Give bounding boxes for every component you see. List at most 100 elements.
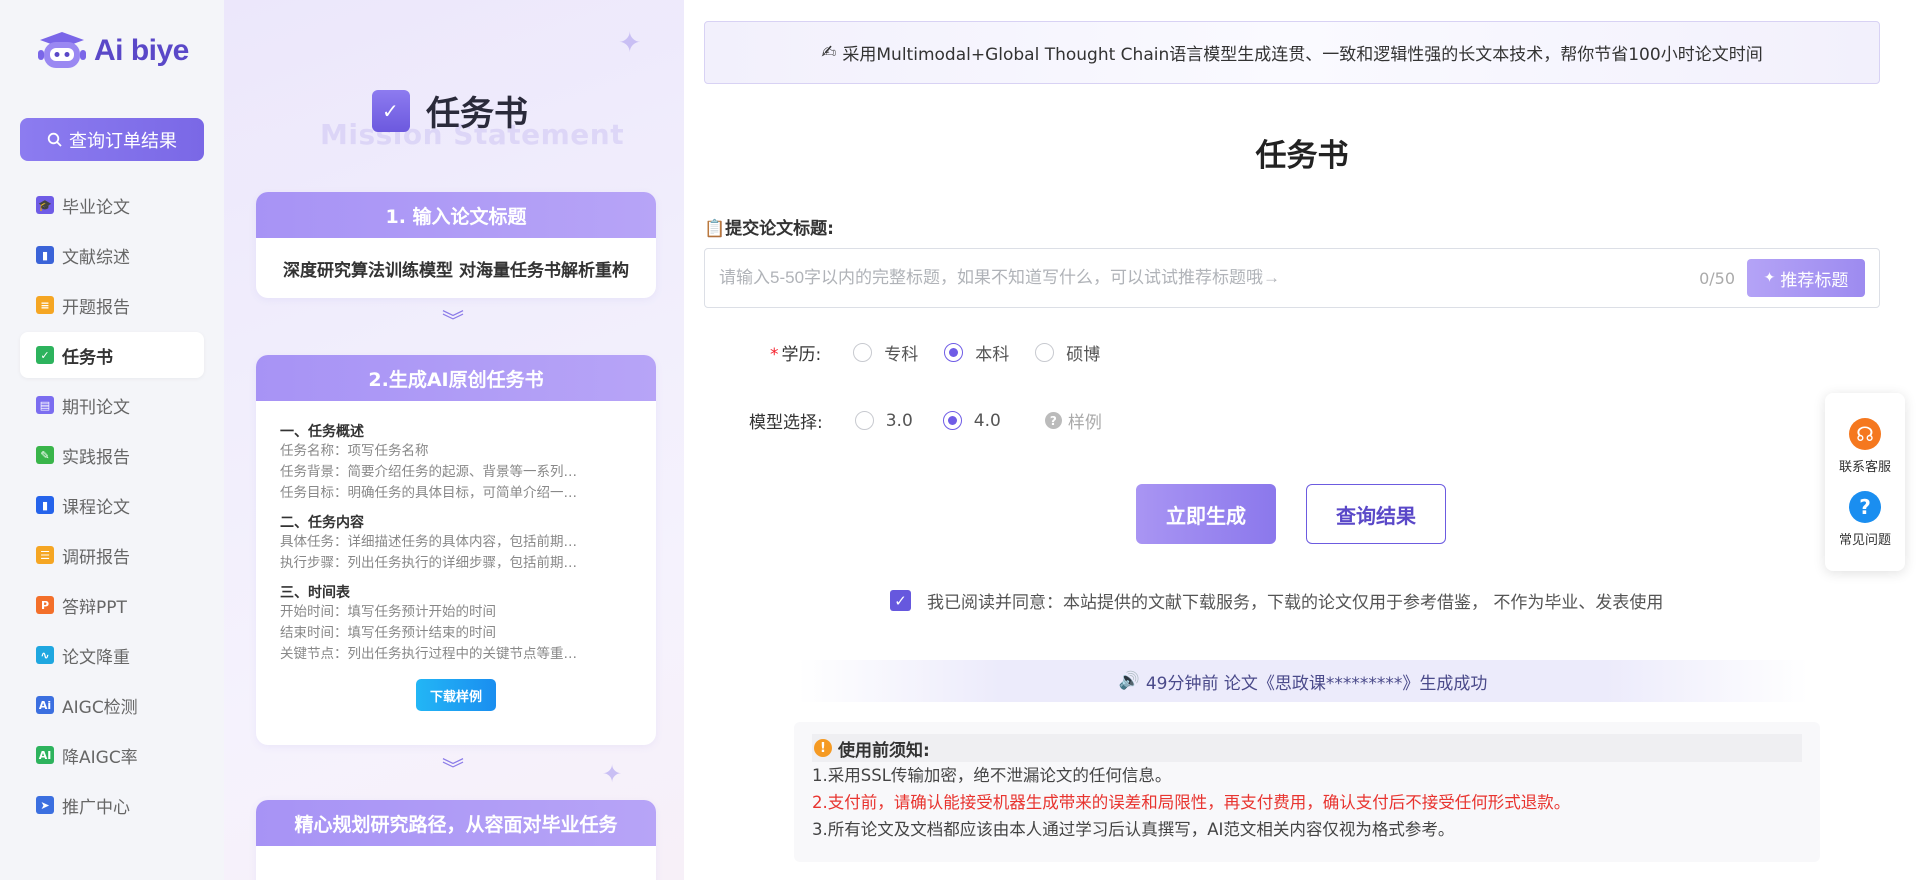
download-sample-button[interactable]: 下载样例 bbox=[416, 679, 496, 711]
ai-detect-icon: Ai bbox=[36, 696, 54, 714]
query-order-label: 查询订单结果 bbox=[69, 130, 177, 152]
education-label: * 学历: bbox=[770, 345, 822, 365]
model-radio[interactable]: 4.0 bbox=[942, 410, 1001, 431]
outline-line: 任务背景：简要介绍任务的起源、背景等一系列… bbox=[280, 464, 577, 480]
contact-service-button[interactable]: ☊ 联系客服 bbox=[1825, 418, 1905, 475]
clipboard-check-icon bbox=[372, 89, 410, 132]
sample-outline: 一、任务概述任务名称：项写任务名称任务背景：简要介绍任务的起源、背景等一系列… 任… bbox=[256, 401, 656, 723]
query-order-button[interactable]: 查询订单结果 bbox=[20, 118, 204, 161]
step1-title: 1. 输入论文标题 bbox=[256, 192, 656, 238]
model-radio[interactable]: 3.0 bbox=[854, 410, 913, 431]
education-radio[interactable]: 硕博 bbox=[1035, 340, 1100, 365]
sidebar-item[interactable]: ➤ 推广中心 bbox=[20, 782, 204, 828]
title-field-label: 📋提交论文标题: bbox=[704, 219, 834, 239]
sidebar-item[interactable]: AI 降AIGC率 bbox=[20, 732, 204, 778]
ppt-icon: P bbox=[36, 596, 54, 614]
search-icon bbox=[47, 132, 62, 147]
brand-name: Ai biye bbox=[94, 34, 189, 67]
sidebar-item[interactable]: ▮ 课程论文 bbox=[20, 482, 204, 528]
feature-banner: ✍ 采用Multimodal+Global Thought Chain语言模型生… bbox=[704, 21, 1880, 84]
sidebar-item-label: 降AIGC率 bbox=[62, 747, 138, 768]
sidebar-item-label: 答辩PPT bbox=[62, 597, 127, 618]
outline-line: 任务名称：项写任务名称 bbox=[280, 443, 429, 459]
sidebar-item[interactable]: ≡ 开题报告 bbox=[20, 282, 204, 328]
robot-logo-icon bbox=[38, 32, 86, 68]
education-radio[interactable]: 专科 bbox=[853, 340, 918, 365]
sidebar-item[interactable]: ∿ 论文降重 bbox=[20, 632, 204, 678]
sidebar-item-label: 毕业论文 bbox=[62, 197, 130, 218]
ai-reduce-icon: AI bbox=[36, 746, 54, 764]
sidebar-item-label: 开题报告 bbox=[62, 297, 130, 318]
sidebar-item-label: 期刊论文 bbox=[62, 397, 130, 418]
title-input-box: 0/50 ✦ 推荐标题 bbox=[704, 248, 1880, 308]
faq-button[interactable]: ? 常见问题 bbox=[1825, 491, 1905, 548]
step2-title: 2.生成AI原创任务书 bbox=[256, 355, 656, 401]
sidebar-item-label: 调研报告 bbox=[62, 547, 130, 568]
floating-service-panel: ☊ 联系客服 ? 常见问题 bbox=[1825, 393, 1905, 571]
step2-card: 2.生成AI原创任务书 一、任务概述任务名称：项写任务名称任务背景：简要介绍任务… bbox=[256, 355, 656, 745]
title-input[interactable] bbox=[705, 249, 1700, 307]
radio-circle bbox=[944, 343, 964, 362]
model-option-label: 3.0 bbox=[885, 410, 913, 431]
sidebar-item[interactable]: Ai AIGC检测 bbox=[20, 682, 204, 728]
sidebar: Ai biye 查询订单结果 🎓 毕业论文 ▮ 文献综述 ≡ 开题报告 ✓ 任务书 ▤ 期刊论文 ✎… bbox=[0, 0, 224, 880]
model-row: 模型选择: 3.0 4.0 ? 样例 bbox=[749, 408, 1102, 434]
sidebar-item[interactable]: ✎ 实践报告 bbox=[20, 432, 204, 478]
chevron-down-icon: ︾ bbox=[442, 758, 465, 783]
sidebar-item[interactable]: ✓ 任务书 bbox=[20, 332, 204, 378]
pen-icon: ✍ bbox=[821, 42, 837, 63]
query-result-button[interactable]: 查询结果 bbox=[1306, 484, 1446, 544]
logo[interactable]: Ai biye bbox=[34, 30, 189, 72]
model-option-label: 4.0 bbox=[973, 410, 1001, 431]
ticker-text: 49分钟前 论文《思政课*********》生成成功 bbox=[1145, 673, 1488, 694]
promo-title-text: 任务书 bbox=[426, 94, 528, 134]
help-icon: ? bbox=[1044, 412, 1062, 429]
agreement-checkbox[interactable]: ✓ bbox=[890, 590, 911, 611]
outline-section-title: 一、任务概述 bbox=[280, 424, 364, 440]
outline-line: 结束时间：填写任务预计结束的时间 bbox=[280, 625, 496, 641]
generate-button[interactable]: 立即生成 bbox=[1136, 484, 1276, 544]
sidebar-item[interactable]: 🎓 毕业论文 bbox=[20, 182, 204, 228]
sidebar-item-label: 实践报告 bbox=[62, 447, 130, 468]
outline-line: 开始时间：填写任务预计开始的时间 bbox=[280, 604, 496, 620]
promo-title: 任务书 bbox=[372, 86, 528, 135]
sidebar-item[interactable]: ☰ 调研报告 bbox=[20, 532, 204, 578]
sidebar-item-label: 文献综述 bbox=[62, 247, 130, 268]
main-content: ✍ 采用Multimodal+Global Thought Chain语言模型生… bbox=[684, 0, 1920, 880]
sidebar-item[interactable]: P 答辩PPT bbox=[20, 582, 204, 628]
education-option-label: 本科 bbox=[975, 345, 1010, 365]
page-title: 任务书 bbox=[1255, 138, 1349, 174]
radio-circle bbox=[853, 343, 873, 362]
sidebar-item[interactable]: ▮ 文献综述 bbox=[20, 232, 204, 278]
journal-icon: ▤ bbox=[36, 396, 54, 414]
outline-line: 关键节点：列出任务执行过程中的关键节点等重… bbox=[280, 646, 577, 662]
education-radio[interactable]: 本科 bbox=[944, 340, 1009, 365]
step1-body: 深度研究算法训练模型 对海量任务书解析重构 bbox=[283, 260, 629, 281]
outline-line: 任务目标：明确任务的具体目标，可简单介绍一… bbox=[280, 485, 577, 501]
clipboard-icon: 📋 bbox=[704, 219, 726, 239]
chart-icon: ∿ bbox=[36, 646, 54, 664]
radio-circle bbox=[854, 411, 874, 430]
outline-line: 具体任务：详细描述任务的具体内容，包括前期… bbox=[280, 534, 577, 550]
chevron-down-icon: ︾ bbox=[442, 310, 465, 335]
sidebar-item-label: AIGC检测 bbox=[62, 697, 138, 718]
education-row: * 学历: 专科 本科 硕博 bbox=[770, 340, 1126, 365]
graduation-cap-icon: 🎓 bbox=[36, 196, 54, 214]
outline-section-title: 三、时间表 bbox=[280, 585, 350, 601]
report-icon: ≡ bbox=[36, 296, 54, 314]
outline-line: 执行步骤：列出任务执行的详细步骤，包括前期… bbox=[280, 555, 577, 571]
outline-section-title: 二、任务内容 bbox=[280, 515, 364, 531]
speaker-icon: 🔊 bbox=[1118, 671, 1140, 691]
course-book-icon: ▮ bbox=[36, 496, 54, 514]
warning-icon: ! bbox=[814, 739, 832, 757]
notice-line: 2.支付前，请确认能接受机器生成带来的误差和局限性，再支付费用，确认支付后不接受… bbox=[812, 793, 1571, 812]
sparkle-icon: ✦ bbox=[602, 760, 623, 788]
sample-link[interactable]: ? 样例 bbox=[1044, 408, 1102, 433]
promo-panel: ✦ ✦ Mission Statement 任务书 1. 输入论文标题 深度研究… bbox=[224, 0, 684, 880]
recommend-title-button[interactable]: ✦ 推荐标题 bbox=[1747, 259, 1865, 297]
notice-title: ! 使用前须知: bbox=[812, 734, 1802, 762]
task-check-icon: ✓ bbox=[36, 346, 54, 364]
model-label: 模型选择: bbox=[749, 413, 823, 433]
education-option-label: 硕博 bbox=[1066, 345, 1101, 365]
sidebar-item[interactable]: ▤ 期刊论文 bbox=[20, 382, 204, 428]
